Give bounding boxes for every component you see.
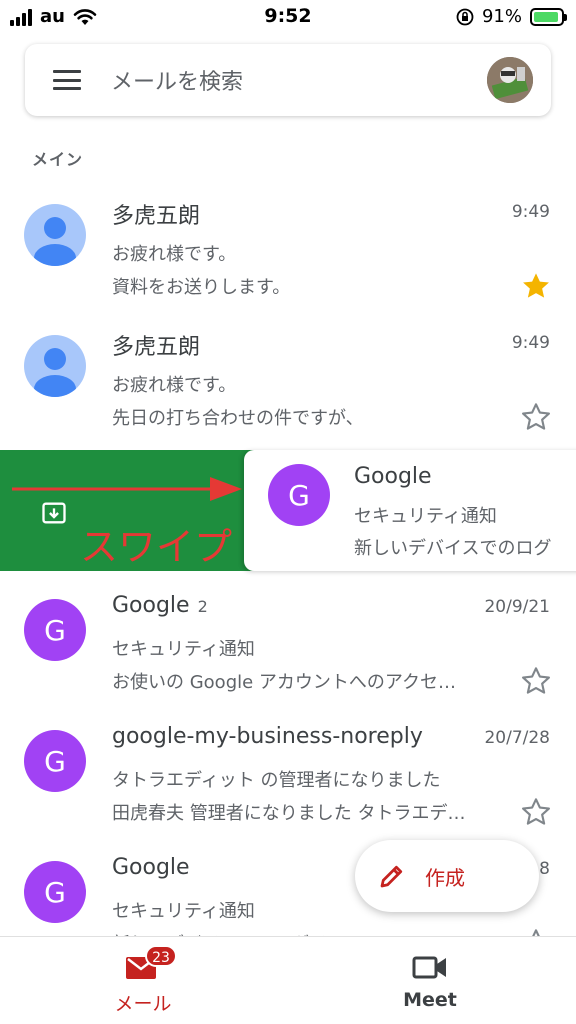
status-bar: au 9:52 91%	[0, 0, 576, 34]
swipe-arrow-annotation	[12, 477, 242, 501]
mail-snippet: 田虎春夫 管理者になりました タトラエデ…	[112, 803, 466, 824]
mail-subject: タトラエディット の管理者になりました	[112, 770, 441, 791]
nav-mail[interactable]: 23 メール	[68, 945, 218, 1016]
hamburger-menu-icon[interactable]	[53, 70, 81, 90]
star-outline-icon[interactable]	[520, 665, 552, 697]
star-filled-icon[interactable]	[520, 270, 552, 302]
mail-snippet: 新しいデバイスでのログ	[354, 538, 552, 559]
mail-snippet: お使いの Google アカウントへのアクセ…	[112, 672, 457, 693]
mail-subject: お疲れ様です。	[112, 244, 237, 265]
mail-snippet: 先日の打ち合わせの件ですが、	[112, 408, 364, 429]
video-camera-icon	[412, 956, 446, 979]
person-avatar	[24, 204, 86, 266]
bottom-navigation: 23 メール Meet	[0, 936, 576, 1024]
person-avatar	[24, 335, 86, 397]
pencil-icon	[380, 865, 403, 888]
mail-time: 9:49	[511, 202, 550, 222]
mail-sender: google-my-business-noreply	[112, 724, 423, 749]
search-bar[interactable]: メールを検索	[25, 44, 551, 116]
mail-subject: セキュリティ通知	[112, 901, 255, 922]
nav-meet-label: Meet	[403, 989, 457, 1011]
nav-mail-label: メール	[114, 993, 172, 1015]
star-outline-icon[interactable]	[520, 401, 552, 433]
sender-avatar: G	[24, 861, 86, 923]
sender-avatar: G	[24, 599, 86, 661]
swipe-annotation: スワイプ	[80, 525, 233, 569]
mail-sender-name: Google	[112, 593, 190, 618]
mail-time: 8	[539, 859, 550, 879]
mail-sender: 多虎五朗	[112, 335, 201, 360]
mail-subject: セキュリティ通知	[354, 506, 497, 527]
mail-sender: Google 2	[112, 593, 208, 618]
sender-avatar: G	[24, 730, 86, 792]
mail-sender: Google	[354, 464, 432, 489]
mail-row[interactable]: 多虎五朗 9:49 お疲れ様です。 資料をお送りします。	[0, 190, 576, 322]
battery-level-fill	[534, 11, 558, 22]
mail-snippet: 資料をお送りします。	[112, 277, 291, 298]
mail-row[interactable]: G google-my-business-noreply 20/7/28 タトラ…	[0, 716, 576, 848]
mail-time: 9:49	[511, 333, 550, 353]
star-outline-icon[interactable]	[520, 796, 552, 828]
search-input[interactable]: メールを検索	[111, 64, 243, 96]
compose-label: 作成	[425, 865, 465, 890]
unread-badge: 23	[145, 945, 177, 967]
account-photo-icon	[487, 57, 533, 103]
mail-subject: お疲れ様です。	[112, 375, 237, 396]
orientation-lock-icon	[456, 8, 474, 25]
battery-charging-icon	[530, 7, 567, 26]
account-avatar[interactable]	[487, 57, 533, 103]
mail-time: 20/9/21	[484, 597, 550, 617]
mail-sender: 多虎五朗	[112, 204, 201, 229]
mail-time: 20/7/28	[484, 728, 550, 748]
thread-count: 2	[197, 597, 208, 616]
status-right: 91%	[456, 6, 567, 27]
mail-row[interactable]: G Google 2 20/9/21 セキュリティ通知 お使いの Google ア…	[0, 585, 576, 717]
nav-meet[interactable]: Meet	[355, 947, 505, 1011]
battery-percent: 91%	[481, 6, 522, 27]
swiped-mail-row[interactable]: G Google セキュリティ通知 新しいデバイスでのログ	[244, 450, 576, 571]
sender-avatar: G	[268, 464, 330, 526]
section-label-main: メイン	[32, 150, 84, 169]
mail-sender: Google	[112, 855, 190, 880]
mail-subject: セキュリティ通知	[112, 639, 255, 660]
mail-row[interactable]: 多虎五朗 9:49 お疲れ様です。 先日の打ち合わせの件ですが、	[0, 321, 576, 453]
compose-button[interactable]: 作成	[355, 840, 539, 912]
